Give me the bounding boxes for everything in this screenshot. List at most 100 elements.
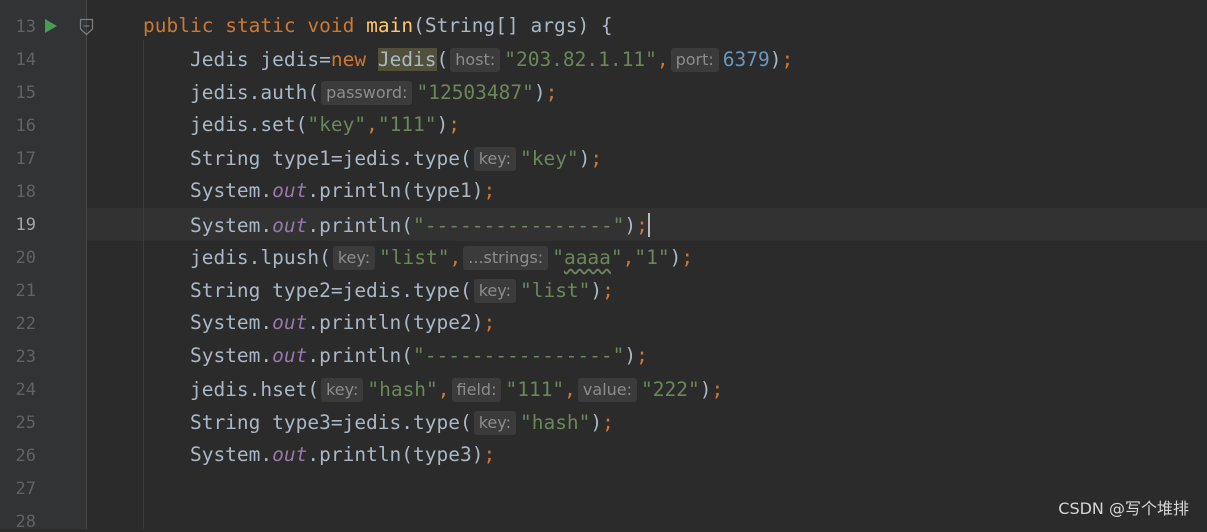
- text-caret: [647, 213, 650, 237]
- code-text[interactable]: String type3=jedis.type(key: "hash");: [143, 411, 614, 435]
- line-number: 28: [15, 512, 36, 532]
- code-token: jedis.set(: [143, 113, 308, 136]
- semicolon: ;: [602, 279, 614, 302]
- param-hint-key: key:: [473, 147, 516, 171]
- keyword-public: public: [143, 14, 214, 37]
- code-line-13: 13 public static void main(String[] args…: [0, 10, 1207, 43]
- semicolon: ;: [681, 246, 694, 269]
- paren: ): [624, 344, 637, 367]
- static-field-out: out: [272, 214, 308, 237]
- param-hint-key: key:: [473, 279, 516, 303]
- keyword-new: new: [330, 48, 367, 71]
- code-line-22: 22 System.out.println(type2);: [0, 307, 1207, 340]
- code-token: System.: [143, 311, 273, 334]
- line-number: 22: [15, 314, 36, 334]
- code-line-24: 24 jedis.hset(key: "hash", field: "111", val…: [0, 373, 1207, 406]
- semicolon: ;: [483, 179, 496, 202]
- static-field-out: out: [272, 344, 308, 367]
- comma: ,: [622, 246, 635, 269]
- code-line-19: 19 System.out.println("----------------"…: [0, 208, 1207, 241]
- code-text[interactable]: System.out.println(type1);: [143, 180, 495, 202]
- code-line-16: 16 jedis.set("key","111");: [0, 109, 1207, 142]
- paren: ): [699, 378, 712, 401]
- code-line-27: 27: [0, 472, 1207, 505]
- line-number: 27: [15, 479, 36, 499]
- code-token: .println(type2): [307, 311, 484, 334]
- code-text[interactable]: Jedis jedis=new Jedis(host: "203.82.1.11"…: [143, 48, 793, 72]
- paren: ): [578, 147, 591, 170]
- line-number: 19: [15, 215, 36, 235]
- string-literal: "list": [519, 279, 591, 302]
- code-text[interactable]: System.out.println(type3);: [143, 444, 495, 466]
- code-text[interactable]: System.out.println(type2);: [143, 312, 495, 334]
- string-literal: "203.82.1.11": [504, 48, 657, 71]
- code-token: String type1=jedis.type(: [143, 147, 472, 170]
- semicolon: ;: [448, 113, 461, 136]
- string-literal: "12503487": [416, 81, 534, 104]
- paren: ): [769, 48, 782, 71]
- string-literal: "----------------": [413, 214, 625, 237]
- line-number: 17: [15, 149, 36, 169]
- static-field-out: out: [272, 311, 308, 334]
- code-line-25: 25 String type3=jedis.type(key: "hash");: [0, 406, 1207, 439]
- class-name-highlight: Jedis: [377, 48, 437, 71]
- code-text[interactable]: jedis.set("key","111");: [143, 114, 460, 136]
- code-token: .println(type3): [307, 443, 484, 466]
- code-text[interactable]: System.out.println("----------------");: [143, 345, 648, 367]
- string-literal: "1": [634, 246, 670, 269]
- param-hint-port: port:: [670, 48, 719, 72]
- semicolon: ;: [590, 147, 603, 170]
- line-number: 20: [15, 248, 36, 268]
- code-text[interactable]: String type2=jedis.type(key: "list");: [143, 279, 614, 303]
- method-name: main: [366, 14, 414, 37]
- code-text[interactable]: jedis.auth(password: "12503487");: [143, 81, 557, 105]
- semicolon: ;: [636, 214, 648, 237]
- code-token: System.: [143, 214, 273, 237]
- static-field-out: out: [272, 179, 308, 202]
- string-literal: "hash": [519, 411, 591, 434]
- line-number: 16: [15, 116, 36, 136]
- semicolon: ;: [483, 443, 496, 466]
- comma: ,: [366, 113, 378, 136]
- line-number: 25: [15, 413, 36, 433]
- string-literal: "key": [307, 113, 367, 136]
- line-number: 15: [15, 83, 36, 103]
- comma: ,: [437, 378, 450, 401]
- line-number: 12: [0, 0, 36, 4]
- code-text[interactable]: jedis.hset(key: "hash", field: "111", value:…: [143, 378, 723, 402]
- code-line-12: 12: [0, 0, 1207, 10]
- code-text[interactable]: System.out.println("----------------");: [143, 213, 650, 237]
- comma: ,: [564, 378, 576, 401]
- code-text[interactable]: jedis.lpush(key: "list", ...strings: "aaaa"…: [143, 246, 693, 270]
- semicolon: ;: [711, 378, 724, 401]
- code-text[interactable]: String type1=jedis.type(key: "key");: [143, 147, 602, 171]
- code-token: .println(type1): [307, 179, 484, 202]
- code-line-26: 26 System.out.println(type3);: [0, 439, 1207, 472]
- line-number: 26: [15, 446, 36, 466]
- code-token: jedis.auth(: [143, 81, 320, 104]
- code-token: String type2=jedis.type(: [143, 279, 472, 302]
- param-hint-field: field:: [451, 378, 502, 402]
- code-token: System.: [143, 179, 273, 202]
- string-literal: "hash": [367, 378, 438, 401]
- param-hint-key: key:: [473, 411, 516, 435]
- paren: ): [436, 113, 449, 136]
- code-token: System.: [143, 344, 273, 367]
- comma: ,: [449, 246, 462, 269]
- number-literal: 6379: [722, 48, 770, 71]
- code-token: jedis.lpush(: [143, 246, 331, 269]
- watermark: CSDN @写个堆排: [1058, 499, 1189, 518]
- string-literal: "key": [519, 147, 579, 170]
- code-token: Jedis jedis=: [143, 48, 331, 71]
- string-quote: ": [552, 246, 564, 269]
- code-token: .println(: [307, 214, 414, 237]
- param-hint-strings: ...strings:: [463, 246, 549, 270]
- string-literal: "----------------": [413, 344, 625, 367]
- line-number: 18: [15, 182, 36, 202]
- code-line-20: 20 jedis.lpush(key: "list", ...strings: "aa…: [0, 241, 1207, 274]
- param-hint-key: key:: [321, 378, 364, 402]
- code-text[interactable]: public static void main(String[] args) {: [143, 15, 613, 37]
- semicolon: ;: [545, 81, 558, 104]
- semicolon: ;: [636, 344, 648, 367]
